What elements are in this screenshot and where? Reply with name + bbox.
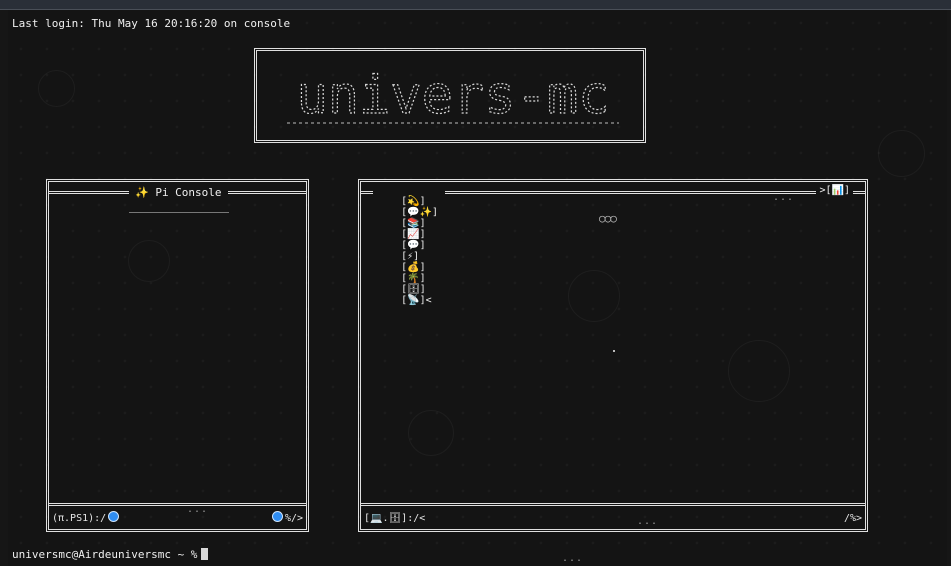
footer-dots: ...	[187, 504, 209, 515]
tabs-dots: ...	[773, 192, 795, 203]
tab-books[interactable]: [📚]	[401, 218, 426, 229]
title-underline	[129, 212, 229, 213]
ascii-logo-text: univers-mc	[296, 66, 609, 126]
window-controls-icon[interactable]: ○○○	[599, 212, 617, 225]
blue-dot-icon	[108, 511, 120, 522]
blue-dot-icon	[271, 511, 283, 522]
shell-end: /%>	[843, 513, 862, 524]
ps1-end-label: %/>	[284, 513, 303, 524]
footer-dots: ...	[637, 516, 659, 527]
shell-path[interactable]: [💻.🗄]:/<	[364, 513, 425, 524]
tab-chart[interactable]: [📈]	[401, 229, 426, 240]
ps1-label: (π.PS1):/	[52, 513, 107, 524]
tab-cabinet[interactable]: [🗄]	[401, 284, 426, 295]
panel-footer-line	[49, 503, 306, 506]
last-login-text: Last login: Thu May 16 20:16:20 on conso…	[12, 17, 291, 30]
tab-money[interactable]: [💰]	[401, 262, 426, 273]
tab-chat[interactable]: [💬]	[401, 240, 426, 251]
canvas-speck	[613, 350, 615, 352]
prompt-text: universmc@Airdeuniversmc ~ %	[12, 548, 198, 561]
main-panel[interactable]: [💫] [💬✨] [📚] [📈] [💬] [⚡] [💰] [🌴] [🗄] [📡]…	[358, 179, 868, 532]
tab-stats[interactable]: >[📊]	[816, 185, 853, 196]
pi-console-panel[interactable]: ✨ Pi Console ... (π.PS1):/ %/>	[46, 179, 309, 532]
tab-chat-sparkle[interactable]: [💬✨]	[401, 207, 438, 218]
bottom-dots: ...	[562, 553, 584, 564]
ps1-prompt[interactable]: (π.PS1):/	[52, 511, 121, 524]
tab-bar: [💫] [💬✨] [📚] [📈] [💬] [⚡] [💰] [🌴] [🗄] [📡]…	[373, 185, 446, 317]
ps1-end: %/>	[270, 511, 303, 524]
tab-palm[interactable]: [🌴]	[401, 273, 426, 284]
ascii-logo: univers-mc	[287, 65, 619, 127]
tab-lightning[interactable]: [⚡]	[401, 251, 419, 262]
window-top-bar	[0, 0, 951, 9]
background-doodle	[878, 130, 925, 177]
banner-box: univers-mc	[254, 48, 646, 143]
text-cursor	[201, 548, 209, 560]
panel-footer-line	[361, 503, 865, 506]
tab-satellite[interactable]: [📡]<	[401, 295, 432, 306]
tab-sparkle[interactable]: [💫]	[401, 196, 426, 207]
background-doodle	[38, 70, 75, 107]
shell-prompt[interactable]: universmc@Airdeuniversmc ~ %	[12, 548, 209, 561]
panel-title: ✨ Pi Console	[129, 186, 228, 199]
